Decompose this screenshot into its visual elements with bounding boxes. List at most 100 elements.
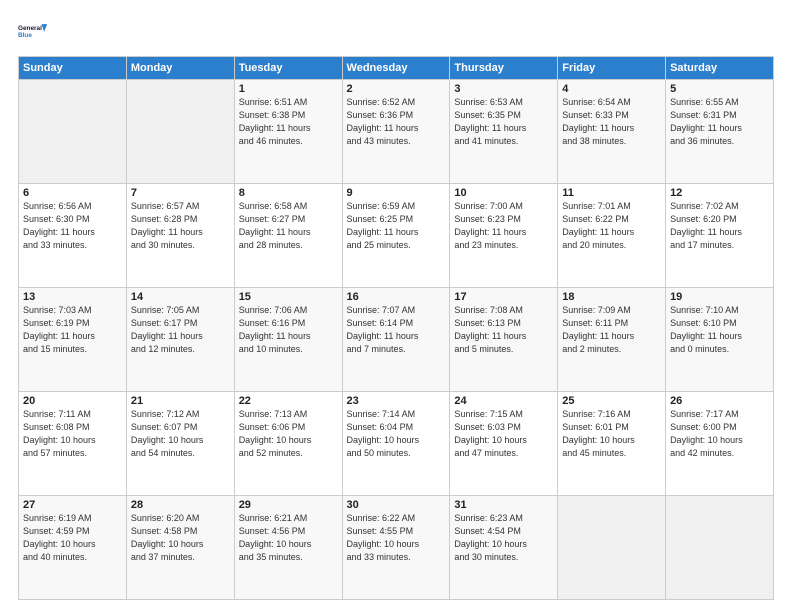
calendar-cell: 13Sunrise: 7:03 AM Sunset: 6:19 PM Dayli… bbox=[19, 288, 127, 392]
day-number: 5 bbox=[670, 83, 769, 95]
day-info: Sunrise: 6:21 AM Sunset: 4:56 PM Dayligh… bbox=[239, 512, 338, 564]
calendar-cell: 17Sunrise: 7:08 AM Sunset: 6:13 PM Dayli… bbox=[450, 288, 558, 392]
day-number: 15 bbox=[239, 291, 338, 303]
calendar-cell: 26Sunrise: 7:17 AM Sunset: 6:00 PM Dayli… bbox=[666, 392, 774, 496]
logo: GeneralBlue bbox=[18, 16, 48, 46]
calendar-cell: 10Sunrise: 7:00 AM Sunset: 6:23 PM Dayli… bbox=[450, 184, 558, 288]
weekday-header-row: SundayMondayTuesdayWednesdayThursdayFrid… bbox=[19, 57, 774, 80]
day-info: Sunrise: 7:12 AM Sunset: 6:07 PM Dayligh… bbox=[131, 408, 230, 460]
calendar-cell: 31Sunrise: 6:23 AM Sunset: 4:54 PM Dayli… bbox=[450, 496, 558, 600]
weekday-header-tuesday: Tuesday bbox=[234, 57, 342, 80]
day-info: Sunrise: 7:05 AM Sunset: 6:17 PM Dayligh… bbox=[131, 304, 230, 356]
calendar-cell: 11Sunrise: 7:01 AM Sunset: 6:22 PM Dayli… bbox=[558, 184, 666, 288]
calendar-cell: 8Sunrise: 6:58 AM Sunset: 6:27 PM Daylig… bbox=[234, 184, 342, 288]
day-info: Sunrise: 6:23 AM Sunset: 4:54 PM Dayligh… bbox=[454, 512, 553, 564]
day-number: 4 bbox=[562, 83, 661, 95]
day-info: Sunrise: 7:17 AM Sunset: 6:00 PM Dayligh… bbox=[670, 408, 769, 460]
day-info: Sunrise: 7:16 AM Sunset: 6:01 PM Dayligh… bbox=[562, 408, 661, 460]
day-info: Sunrise: 6:58 AM Sunset: 6:27 PM Dayligh… bbox=[239, 200, 338, 252]
day-number: 2 bbox=[347, 83, 446, 95]
calendar-cell: 4Sunrise: 6:54 AM Sunset: 6:33 PM Daylig… bbox=[558, 80, 666, 184]
logo-icon: GeneralBlue bbox=[18, 16, 48, 46]
day-number: 17 bbox=[454, 291, 553, 303]
day-number: 11 bbox=[562, 187, 661, 199]
day-info: Sunrise: 6:19 AM Sunset: 4:59 PM Dayligh… bbox=[23, 512, 122, 564]
calendar-cell bbox=[19, 80, 127, 184]
calendar-cell: 9Sunrise: 6:59 AM Sunset: 6:25 PM Daylig… bbox=[342, 184, 450, 288]
day-info: Sunrise: 6:51 AM Sunset: 6:38 PM Dayligh… bbox=[239, 96, 338, 148]
calendar-cell: 29Sunrise: 6:21 AM Sunset: 4:56 PM Dayli… bbox=[234, 496, 342, 600]
calendar-cell: 6Sunrise: 6:56 AM Sunset: 6:30 PM Daylig… bbox=[19, 184, 127, 288]
weekday-header-sunday: Sunday bbox=[19, 57, 127, 80]
day-number: 7 bbox=[131, 187, 230, 199]
weekday-header-thursday: Thursday bbox=[450, 57, 558, 80]
day-info: Sunrise: 7:01 AM Sunset: 6:22 PM Dayligh… bbox=[562, 200, 661, 252]
day-number: 9 bbox=[347, 187, 446, 199]
day-number: 28 bbox=[131, 499, 230, 511]
day-number: 25 bbox=[562, 395, 661, 407]
day-info: Sunrise: 7:09 AM Sunset: 6:11 PM Dayligh… bbox=[562, 304, 661, 356]
calendar-cell: 12Sunrise: 7:02 AM Sunset: 6:20 PM Dayli… bbox=[666, 184, 774, 288]
weekday-header-saturday: Saturday bbox=[666, 57, 774, 80]
calendar-cell: 5Sunrise: 6:55 AM Sunset: 6:31 PM Daylig… bbox=[666, 80, 774, 184]
week-row-0: 1Sunrise: 6:51 AM Sunset: 6:38 PM Daylig… bbox=[19, 80, 774, 184]
day-number: 22 bbox=[239, 395, 338, 407]
day-number: 16 bbox=[347, 291, 446, 303]
day-number: 8 bbox=[239, 187, 338, 199]
calendar-table: SundayMondayTuesdayWednesdayThursdayFrid… bbox=[18, 56, 774, 600]
calendar-cell: 2Sunrise: 6:52 AM Sunset: 6:36 PM Daylig… bbox=[342, 80, 450, 184]
day-info: Sunrise: 6:53 AM Sunset: 6:35 PM Dayligh… bbox=[454, 96, 553, 148]
day-number: 19 bbox=[670, 291, 769, 303]
day-info: Sunrise: 6:56 AM Sunset: 6:30 PM Dayligh… bbox=[23, 200, 122, 252]
day-number: 13 bbox=[23, 291, 122, 303]
day-info: Sunrise: 6:54 AM Sunset: 6:33 PM Dayligh… bbox=[562, 96, 661, 148]
calendar-cell: 7Sunrise: 6:57 AM Sunset: 6:28 PM Daylig… bbox=[126, 184, 234, 288]
calendar-cell: 30Sunrise: 6:22 AM Sunset: 4:55 PM Dayli… bbox=[342, 496, 450, 600]
calendar-cell bbox=[126, 80, 234, 184]
week-row-4: 27Sunrise: 6:19 AM Sunset: 4:59 PM Dayli… bbox=[19, 496, 774, 600]
day-info: Sunrise: 6:55 AM Sunset: 6:31 PM Dayligh… bbox=[670, 96, 769, 148]
day-info: Sunrise: 7:00 AM Sunset: 6:23 PM Dayligh… bbox=[454, 200, 553, 252]
day-info: Sunrise: 6:22 AM Sunset: 4:55 PM Dayligh… bbox=[347, 512, 446, 564]
weekday-header-friday: Friday bbox=[558, 57, 666, 80]
day-number: 23 bbox=[347, 395, 446, 407]
svg-text:Blue: Blue bbox=[18, 32, 32, 39]
day-info: Sunrise: 7:11 AM Sunset: 6:08 PM Dayligh… bbox=[23, 408, 122, 460]
day-number: 6 bbox=[23, 187, 122, 199]
calendar-cell: 21Sunrise: 7:12 AM Sunset: 6:07 PM Dayli… bbox=[126, 392, 234, 496]
calendar-cell: 24Sunrise: 7:15 AM Sunset: 6:03 PM Dayli… bbox=[450, 392, 558, 496]
day-info: Sunrise: 6:59 AM Sunset: 6:25 PM Dayligh… bbox=[347, 200, 446, 252]
day-info: Sunrise: 7:06 AM Sunset: 6:16 PM Dayligh… bbox=[239, 304, 338, 356]
day-number: 1 bbox=[239, 83, 338, 95]
calendar-cell bbox=[666, 496, 774, 600]
week-row-1: 6Sunrise: 6:56 AM Sunset: 6:30 PM Daylig… bbox=[19, 184, 774, 288]
day-number: 26 bbox=[670, 395, 769, 407]
day-info: Sunrise: 7:14 AM Sunset: 6:04 PM Dayligh… bbox=[347, 408, 446, 460]
calendar-cell: 22Sunrise: 7:13 AM Sunset: 6:06 PM Dayli… bbox=[234, 392, 342, 496]
calendar-cell bbox=[558, 496, 666, 600]
day-info: Sunrise: 7:15 AM Sunset: 6:03 PM Dayligh… bbox=[454, 408, 553, 460]
weekday-header-monday: Monday bbox=[126, 57, 234, 80]
calendar-cell: 1Sunrise: 6:51 AM Sunset: 6:38 PM Daylig… bbox=[234, 80, 342, 184]
calendar-cell: 3Sunrise: 6:53 AM Sunset: 6:35 PM Daylig… bbox=[450, 80, 558, 184]
day-number: 29 bbox=[239, 499, 338, 511]
day-info: Sunrise: 7:03 AM Sunset: 6:19 PM Dayligh… bbox=[23, 304, 122, 356]
week-row-3: 20Sunrise: 7:11 AM Sunset: 6:08 PM Dayli… bbox=[19, 392, 774, 496]
calendar-cell: 16Sunrise: 7:07 AM Sunset: 6:14 PM Dayli… bbox=[342, 288, 450, 392]
day-number: 30 bbox=[347, 499, 446, 511]
calendar-cell: 20Sunrise: 7:11 AM Sunset: 6:08 PM Dayli… bbox=[19, 392, 127, 496]
day-info: Sunrise: 6:20 AM Sunset: 4:58 PM Dayligh… bbox=[131, 512, 230, 564]
day-number: 31 bbox=[454, 499, 553, 511]
day-number: 21 bbox=[131, 395, 230, 407]
day-info: Sunrise: 7:13 AM Sunset: 6:06 PM Dayligh… bbox=[239, 408, 338, 460]
day-info: Sunrise: 7:08 AM Sunset: 6:13 PM Dayligh… bbox=[454, 304, 553, 356]
day-number: 24 bbox=[454, 395, 553, 407]
day-number: 3 bbox=[454, 83, 553, 95]
calendar-cell: 23Sunrise: 7:14 AM Sunset: 6:04 PM Dayli… bbox=[342, 392, 450, 496]
day-info: Sunrise: 7:07 AM Sunset: 6:14 PM Dayligh… bbox=[347, 304, 446, 356]
weekday-header-wednesday: Wednesday bbox=[342, 57, 450, 80]
calendar-cell: 19Sunrise: 7:10 AM Sunset: 6:10 PM Dayli… bbox=[666, 288, 774, 392]
calendar-cell: 25Sunrise: 7:16 AM Sunset: 6:01 PM Dayli… bbox=[558, 392, 666, 496]
calendar-cell: 28Sunrise: 6:20 AM Sunset: 4:58 PM Dayli… bbox=[126, 496, 234, 600]
calendar-cell: 14Sunrise: 7:05 AM Sunset: 6:17 PM Dayli… bbox=[126, 288, 234, 392]
